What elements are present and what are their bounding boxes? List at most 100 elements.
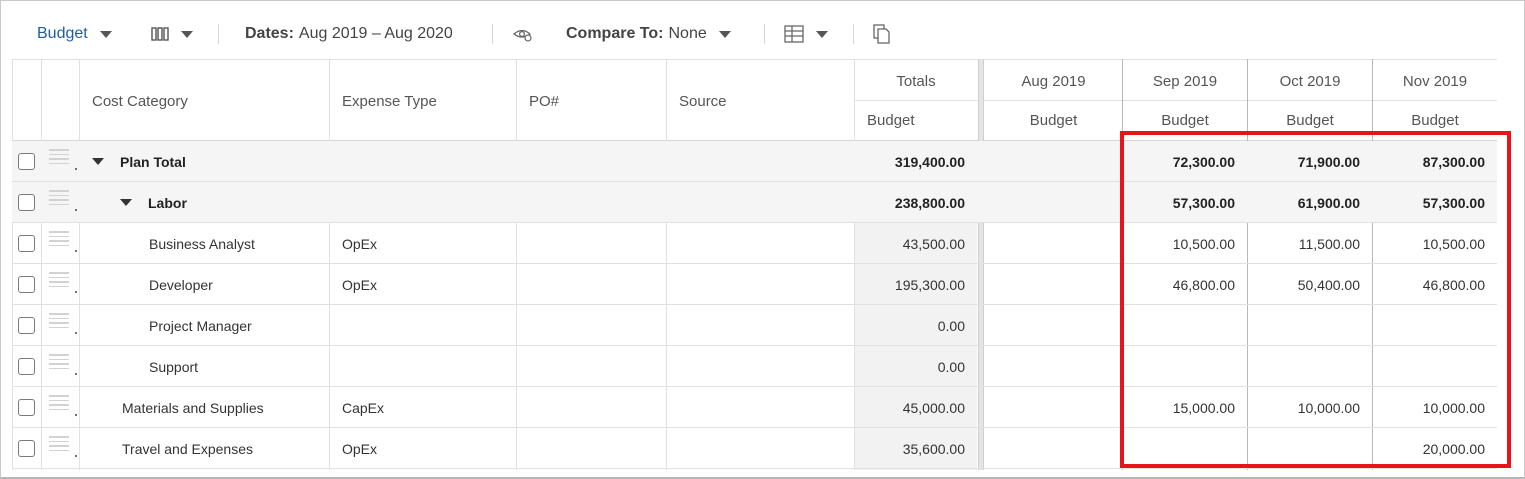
header-source[interactable]: Source <box>679 93 727 110</box>
chevron-down-icon <box>718 30 731 38</box>
expense-type-cell[interactable]: OpEx <box>342 223 377 264</box>
copy-button[interactable] <box>873 22 891 46</box>
row-checkbox[interactable] <box>18 194 35 211</box>
header-expense-type[interactable]: Expense Type <box>342 93 437 110</box>
row-marker-dot <box>75 455 77 457</box>
toolbar-divider <box>492 24 493 44</box>
row-marker-dot <box>75 250 77 252</box>
month-budget-cell-aug[interactable] <box>985 182 1110 223</box>
chevron-down-icon <box>181 30 193 38</box>
header-month-budget: Budget <box>1286 112 1334 129</box>
header-month-aug-2019[interactable]: Aug 2019 <box>985 73 1122 90</box>
cost-category-cell: Developer <box>149 276 213 293</box>
totals-budget-cell: 43,500.00 <box>902 235 965 252</box>
header-month-sep-2019[interactable]: Sep 2019 <box>1123 73 1247 90</box>
header-month-oct-2019[interactable]: Oct 2019 <box>1248 73 1372 90</box>
row-marker-dot <box>75 414 77 416</box>
month-budget-cell-aug[interactable] <box>985 428 1110 469</box>
cost-category[interactable]: Support <box>149 346 198 387</box>
header-month-budget: Budget <box>1029 112 1078 129</box>
header-totals-budget: Budget <box>867 112 915 129</box>
header-cost-category[interactable]: Cost Category <box>92 93 188 110</box>
row-marker-dot <box>75 168 77 170</box>
hide-show-button[interactable] <box>513 22 533 46</box>
totals-budget-cell: 238,800.00 <box>894 194 965 211</box>
toolbar-divider <box>853 24 854 44</box>
row-marker-dot <box>75 209 77 211</box>
chevron-down-icon <box>816 30 828 38</box>
header-month-budget: Budget <box>1411 112 1459 129</box>
totals-budget-cell: 0.00 <box>937 358 965 375</box>
highlight-box <box>1120 131 1511 468</box>
eye-hide-icon <box>513 29 532 42</box>
month-budget-cell-aug[interactable] <box>985 223 1110 264</box>
cost-category-cell: Travel and Expenses <box>122 440 253 457</box>
row-checkbox[interactable] <box>18 399 35 416</box>
drag-handle-icon[interactable] <box>49 231 69 246</box>
copy-icon <box>873 24 890 44</box>
row-checkbox[interactable] <box>18 440 35 457</box>
row-checkbox[interactable] <box>18 317 35 334</box>
totals-budget-cell: 319,400.00 <box>894 153 965 170</box>
totals-budget-cell: 195,300.00 <box>894 276 965 293</box>
header-month-nov-2019[interactable]: Nov 2019 <box>1373 73 1497 90</box>
compare-to-selector[interactable]: Compare To: None <box>566 22 731 46</box>
toolbar-divider <box>764 24 765 44</box>
expense-type-cell[interactable]: CapEx <box>342 387 384 428</box>
toolbar-divider <box>218 24 219 44</box>
row-checkbox[interactable] <box>18 276 35 293</box>
cost-category[interactable]: Materials and Supplies <box>122 387 264 428</box>
dates-value: Aug 2019 – Aug 2020 <box>298 25 453 42</box>
header-totals[interactable]: Totals <box>855 73 977 90</box>
row-checkbox[interactable] <box>18 235 35 252</box>
toolbar: Budget Dates: Aug 2019 – Aug 2020 Compar… <box>1 1 1524 59</box>
drag-handle-icon[interactable] <box>49 436 69 451</box>
month-budget-cell-aug[interactable] <box>985 141 1110 182</box>
cost-category-cell: Project Manager <box>149 317 252 334</box>
month-budget-cell-aug[interactable] <box>985 387 1110 428</box>
row-marker-dot <box>75 373 77 375</box>
compare-value: None <box>668 25 707 42</box>
drag-handle-icon[interactable] <box>49 354 69 369</box>
cost-category[interactable]: Project Manager <box>149 305 252 346</box>
cost-category-cell: Support <box>149 358 199 375</box>
budget-grid-panel: Budget Dates: Aug 2019 – Aug 2020 Compar… <box>0 0 1525 479</box>
drag-handle-icon[interactable] <box>49 395 69 410</box>
month-budget-cell-aug[interactable] <box>985 346 1110 387</box>
view-selector-label: Budget <box>37 25 88 42</box>
columns-icon <box>151 27 169 41</box>
cost-category[interactable]: Plan Total <box>92 141 186 182</box>
cost-category[interactable]: Travel and Expenses <box>122 428 253 469</box>
cost-category-cell: Labor <box>148 194 187 211</box>
row-checkbox[interactable] <box>18 153 35 170</box>
drag-handle-icon[interactable] <box>49 190 69 205</box>
layout-menu-button[interactable] <box>784 22 828 46</box>
columns-menu-button[interactable] <box>151 22 193 46</box>
expense-type-cell[interactable]: OpEx <box>342 264 377 305</box>
table-layout-icon <box>784 25 804 43</box>
totals-budget-cell: 45,000.00 <box>902 399 965 416</box>
drag-handle-icon[interactable] <box>49 149 69 164</box>
dates-range-selector[interactable]: Dates: Aug 2019 – Aug 2020 <box>245 22 453 46</box>
expand-collapse-icon[interactable] <box>92 158 104 165</box>
row-checkbox[interactable] <box>18 358 35 375</box>
header-po[interactable]: PO# <box>529 93 559 110</box>
cost-category-cell: Plan Total <box>120 153 186 170</box>
month-budget-cell-aug[interactable] <box>985 305 1110 346</box>
totals-budget-cell: 0.00 <box>937 317 965 334</box>
cost-category[interactable]: Business Analyst <box>149 223 255 264</box>
row-marker-dot <box>75 332 77 334</box>
cost-category[interactable]: Labor <box>120 182 187 223</box>
header-sub-divider <box>855 100 1497 101</box>
drag-handle-icon[interactable] <box>49 272 69 287</box>
month-budget-cell-aug[interactable] <box>985 264 1110 305</box>
expand-collapse-icon[interactable] <box>120 199 132 206</box>
cost-category[interactable]: Developer <box>149 264 213 305</box>
cost-category-cell: Business Analyst <box>149 235 255 252</box>
view-selector[interactable]: Budget <box>37 22 112 46</box>
row-marker-dot <box>75 291 77 293</box>
drag-handle-icon[interactable] <box>49 313 69 328</box>
chevron-down-icon <box>99 30 112 38</box>
expense-type-cell[interactable]: OpEx <box>342 428 377 469</box>
grid-top-border <box>12 59 1497 60</box>
